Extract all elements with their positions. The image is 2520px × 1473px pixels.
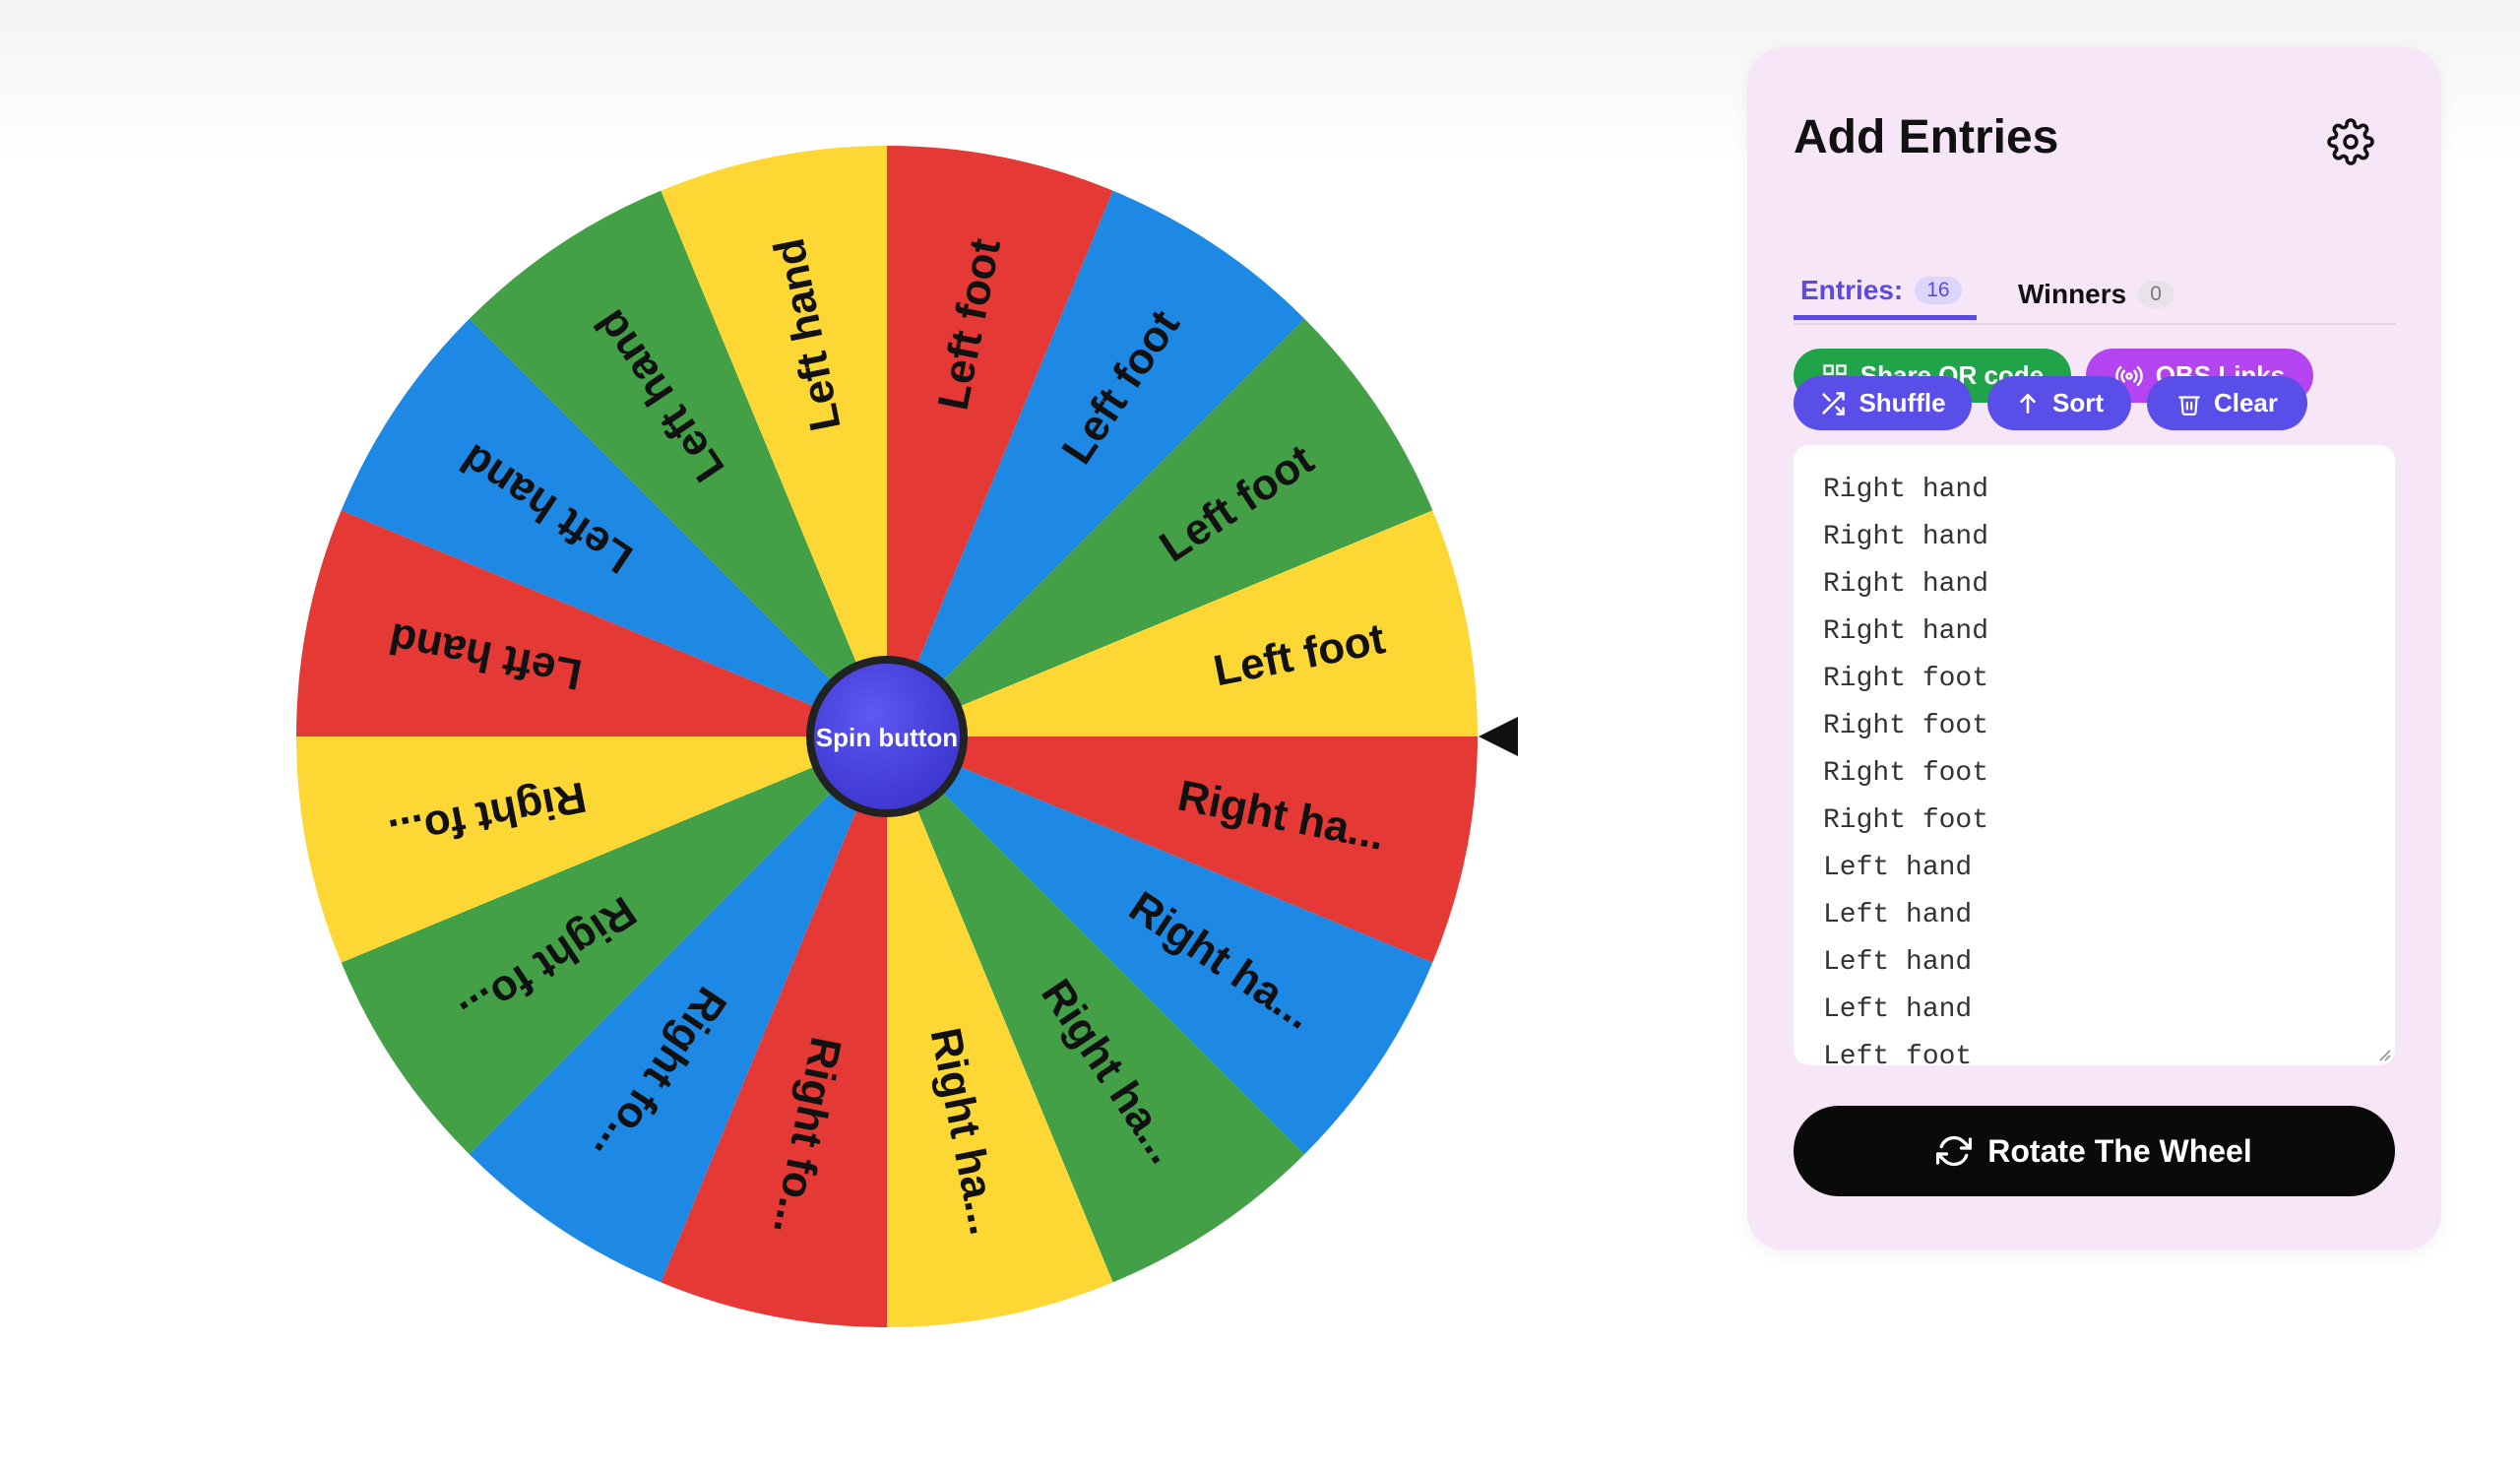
- entry-line: Left hand: [1823, 853, 1973, 883]
- panel-title: Add Entries: [1794, 111, 2059, 163]
- shuffle-label: Shuffle: [1858, 388, 1946, 417]
- entry-line: Right hand: [1823, 616, 1989, 647]
- entry-line: Right foot: [1823, 758, 1989, 789]
- triangle-pointer-icon: [1479, 717, 1518, 756]
- settings-button[interactable]: [2323, 114, 2378, 169]
- entry-line: Left hand: [1823, 900, 1973, 930]
- spin-button-label: Spin button: [816, 723, 958, 752]
- entry-line: Right hand: [1823, 569, 1989, 600]
- entry-line: Left hand: [1823, 947, 1973, 978]
- rotate-wheel-label: Rotate The Wheel: [1987, 1132, 2252, 1169]
- winners-count-badge: 0: [2138, 281, 2174, 308]
- trash-icon: [2178, 395, 2200, 416]
- gear-icon: [2327, 118, 2374, 165]
- entry-line: Left foot: [1823, 1042, 1973, 1065]
- clear-label: Clear: [2213, 388, 2279, 417]
- sort-button[interactable]: Sort: [1987, 376, 2131, 430]
- shuffle-button[interactable]: Shuffle: [1794, 376, 1972, 430]
- sort-label: Sort: [2052, 388, 2104, 417]
- entry-line: Right hand: [1823, 522, 1989, 552]
- spin-button[interactable]: Spin button: [806, 656, 968, 817]
- clear-button[interactable]: Clear: [2147, 376, 2307, 430]
- arrow-up-icon: [2020, 393, 2036, 414]
- entry-line: Right foot: [1823, 664, 1989, 694]
- entries-panel: Add Entries Entries: 16 Winners 0 Share …: [1747, 47, 2441, 1250]
- wheel-area[interactable]: Right ha... Right ha... Right ha... Right h…: [0, 0, 1673, 1473]
- entry-line: Right hand: [1823, 475, 1989, 505]
- entries-textarea[interactable]: Right hand Right hand Right hand Right hand…: [1794, 445, 2395, 1065]
- entry-line: Left hand: [1823, 994, 1973, 1025]
- entry-line: Right foot: [1823, 805, 1989, 836]
- tab-bar: Entries: 16 Winners 0: [1794, 266, 2396, 325]
- rotate-wheel-button[interactable]: Rotate The Wheel: [1794, 1106, 2395, 1196]
- tab-entries-label: Entries:: [1800, 275, 1904, 305]
- shuffle-icon: [1822, 391, 1846, 416]
- refresh-icon: [1936, 1135, 1973, 1167]
- resize-grip-icon[interactable]: [2375, 1046, 2391, 1061]
- entries-count-badge: 16: [1915, 277, 1962, 304]
- tab-winners-label: Winners: [2018, 279, 2127, 309]
- tab-entries[interactable]: Entries: 16: [1794, 266, 1977, 320]
- entry-line: Right foot: [1823, 711, 1989, 741]
- tab-winners[interactable]: Winners 0: [2018, 266, 2174, 323]
- spin-wheel[interactable]: Right ha...Right ha...Right ha...Right h…: [0, 0, 1673, 1473]
